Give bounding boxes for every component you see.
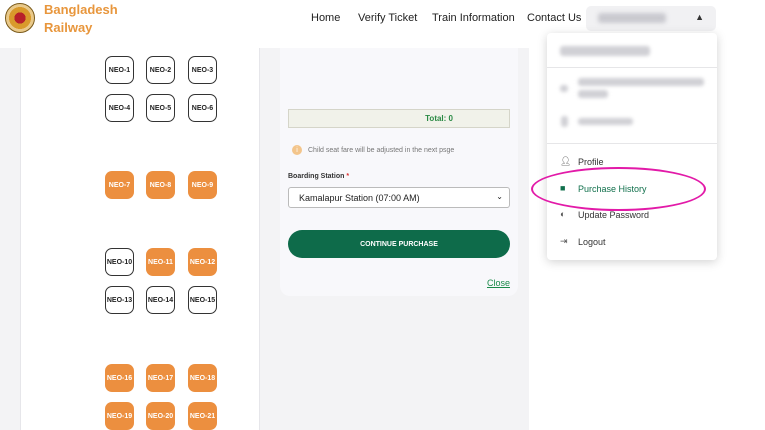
seat-button: NEO-19 — [105, 402, 134, 430]
seat-button[interactable]: NEO-6 — [188, 94, 217, 122]
seat-button: NEO-11 — [146, 248, 175, 276]
user-email-redacted — [578, 78, 704, 86]
logout-icon: ⇥ — [560, 236, 568, 246]
user-email-redacted-line2 — [578, 90, 608, 98]
user-name-redacted — [598, 13, 666, 23]
menu-item-purchase-history[interactable]: Purchase History — [578, 184, 647, 194]
chevron-down-icon: ⌄ — [496, 192, 503, 201]
email-icon — [560, 85, 568, 92]
nav-train-information[interactable]: Train Information — [432, 12, 515, 24]
shield-icon: ◐ — [560, 209, 566, 219]
boarding-station-select[interactable]: Kamalapur Station (07:00 AM) ⌄ — [288, 187, 510, 208]
brand-title[interactable]: Bangladesh Railway — [44, 1, 118, 37]
child-fare-text: Child seat fare will be adjusted in the … — [308, 146, 455, 154]
nav-contact-us[interactable]: Contact Us — [527, 12, 581, 24]
nav-verify-ticket[interactable]: Verify Ticket — [358, 12, 417, 24]
seat-button: NEO-20 — [146, 402, 175, 430]
briefcase-icon: ■ — [560, 183, 566, 193]
menu-item-profile[interactable]: Profile — [578, 157, 604, 167]
bangladesh-railway-logo[interactable] — [5, 3, 35, 33]
seat-button: NEO-7 — [105, 171, 134, 199]
seat-button: NEO-17 — [146, 364, 175, 392]
info-icon: i — [292, 145, 302, 155]
chevron-up-icon: ▲ — [695, 12, 704, 22]
seat-button[interactable]: NEO-13 — [105, 286, 134, 314]
boarding-station-value: Kamalapur Station (07:00 AM) — [299, 193, 420, 203]
user-dropdown-menu: 👤︎ Profile ■ Purchase History ◐ Update P… — [547, 33, 717, 260]
seat-button[interactable]: NEO-5 — [146, 94, 175, 122]
seat-button[interactable]: NEO-10 — [105, 248, 134, 276]
menu-item-update-password[interactable]: Update Password — [578, 210, 649, 220]
seat-button[interactable]: NEO-14 — [146, 286, 175, 314]
brand-line-2: Railway — [44, 20, 93, 35]
seat-button: NEO-16 — [105, 364, 134, 392]
boarding-station-label: Boarding Station * — [288, 173, 349, 180]
seat-button[interactable]: NEO-3 — [188, 56, 217, 84]
nav-home[interactable]: Home — [311, 12, 340, 24]
total-amount: Total: 0 — [425, 114, 453, 123]
seat-button: NEO-21 — [188, 402, 217, 430]
boarding-station-label-text: Boarding Station — [288, 173, 345, 180]
continue-purchase-button[interactable]: CONTINUE PURCHASE — [288, 230, 510, 258]
dropdown-divider — [547, 143, 717, 144]
required-asterisk: * — [346, 173, 350, 180]
user-fullname-redacted — [560, 46, 650, 56]
seat-button: NEO-8 — [146, 171, 175, 199]
seat-button: NEO-12 — [188, 248, 217, 276]
dropdown-divider — [547, 67, 717, 68]
phone-icon — [561, 116, 568, 127]
seat-button: NEO-18 — [188, 364, 217, 392]
booking-summary-panel: Total: 0 i Child seat fare will be adjus… — [280, 48, 518, 296]
close-link[interactable]: Close — [487, 278, 510, 288]
seat-button: NEO-9 — [188, 171, 217, 199]
child-fare-notice: i Child seat fare will be adjusted in th… — [292, 145, 454, 155]
seat-button[interactable]: NEO-1 — [105, 56, 134, 84]
user-phone-redacted — [578, 118, 633, 125]
seat-button[interactable]: NEO-2 — [146, 56, 175, 84]
menu-item-logout[interactable]: Logout — [578, 237, 606, 247]
user-menu-toggle[interactable]: ▲ — [586, 6, 716, 31]
user-icon: 👤︎ — [560, 156, 572, 166]
seat-button[interactable]: NEO-15 — [188, 286, 217, 314]
seat-button[interactable]: NEO-4 — [105, 94, 134, 122]
total-box: Total: 0 — [288, 109, 510, 128]
brand-line-1: Bangladesh — [44, 2, 118, 17]
seat-map-panel: NEO-1 NEO-2 NEO-3 NEO-4 NEO-5 NEO-6 NEO-7 NEO-8… — [20, 48, 260, 430]
